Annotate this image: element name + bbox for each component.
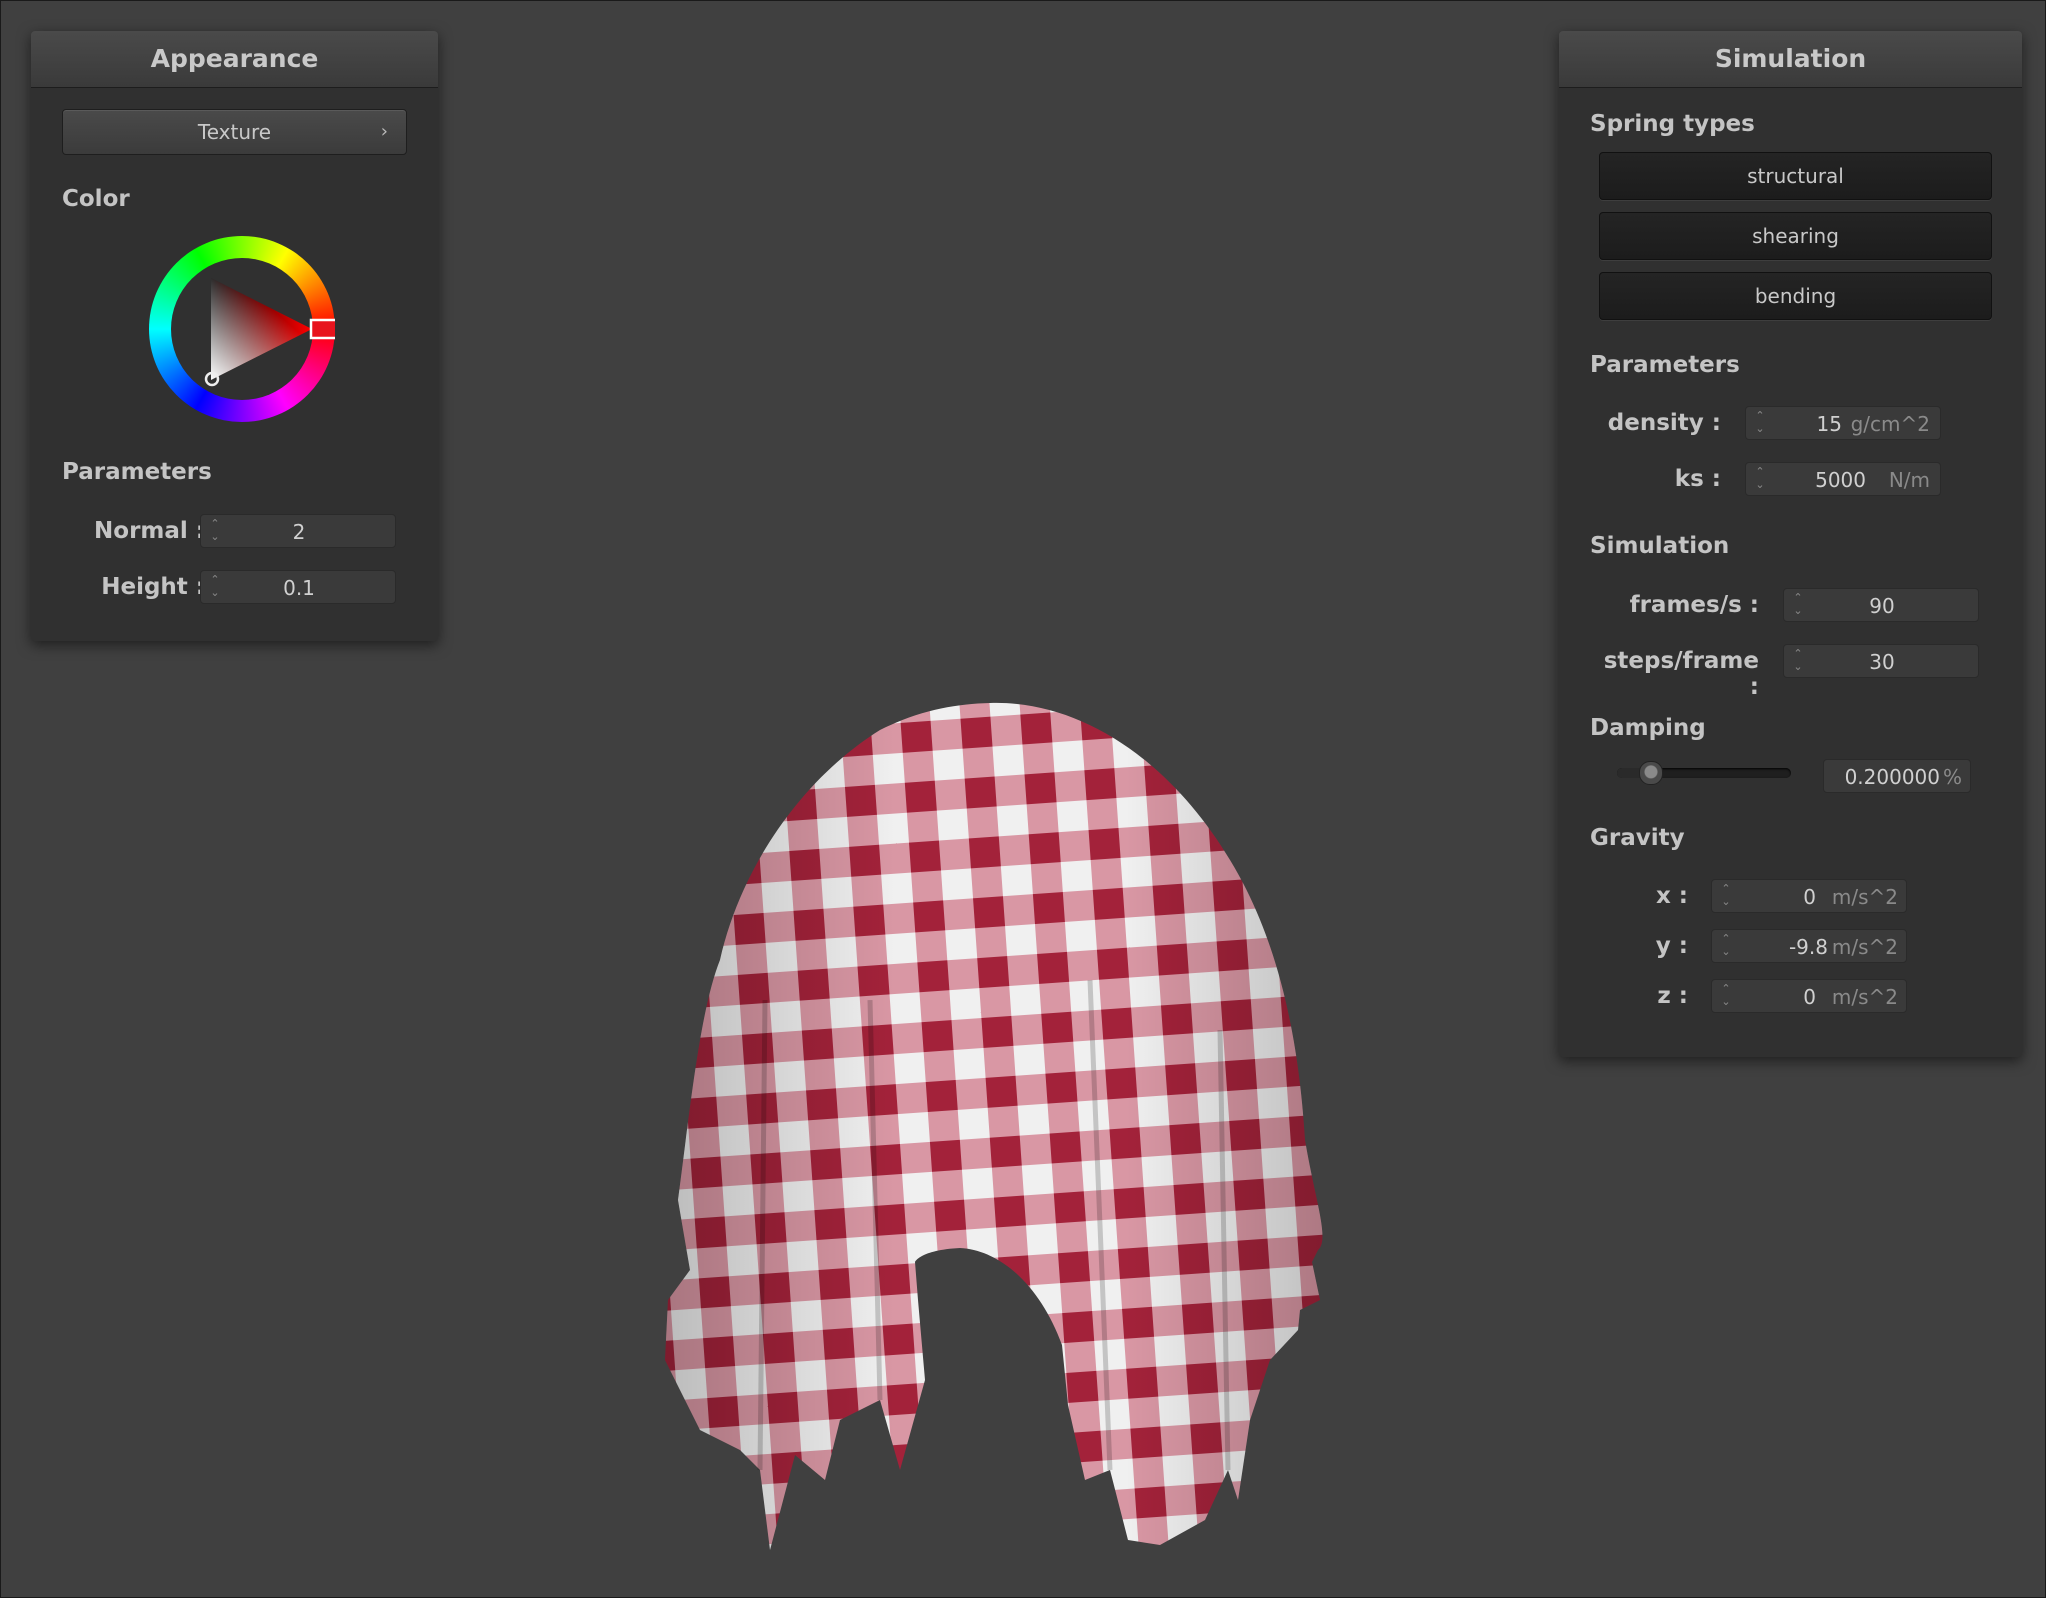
density-label: density : — [1607, 410, 1721, 436]
gravity-y-value: -9.8 — [1788, 935, 1828, 959]
gravity-y-unit: m/s^2 — [1831, 935, 1898, 959]
spring-types-label: Spring types — [1590, 111, 1755, 137]
fps-input[interactable]: ⌃ ⌄ 90 — [1783, 588, 1979, 622]
damping-input[interactable]: 0.200000 % — [1823, 759, 1971, 793]
gravity-x-label: x : — [1655, 883, 1688, 909]
structural-spring-button[interactable]: structural — [1599, 152, 1992, 200]
gravity-y-input[interactable]: ⌃ ⌄ -9.8 m/s^2 — [1711, 929, 1907, 963]
spinner-arrows-icon[interactable]: ⌃ ⌄ — [1720, 932, 1732, 960]
gravity-x-unit: m/s^2 — [1831, 885, 1898, 909]
bending-label: bending — [1754, 284, 1837, 308]
hue-selector-handle[interactable] — [309, 318, 335, 340]
texture-button-label: Texture — [197, 120, 272, 144]
color-section-label: Color — [62, 186, 130, 212]
appearance-parameters-label: Parameters — [62, 459, 212, 485]
height-value: 0.1 — [283, 576, 315, 600]
fps-value: 90 — [1869, 594, 1895, 618]
density-value: 15 — [1816, 412, 1842, 436]
steps-input[interactable]: ⌃ ⌄ 30 — [1783, 644, 1979, 678]
ks-unit: N/m — [1888, 468, 1930, 492]
density-input[interactable]: ⌃ ⌄ 15 g/cm^2 — [1745, 406, 1941, 440]
damping-unit: % — [1942, 765, 1962, 789]
appearance-panel-title: Appearance — [31, 31, 438, 88]
normal-input[interactable]: ⌃ ⌄ 2 — [200, 514, 396, 548]
ks-input[interactable]: ⌃ ⌄ 5000 N/m — [1745, 462, 1941, 496]
spinner-arrows-icon[interactable]: ⌃ ⌄ — [1754, 409, 1766, 437]
bending-spring-button[interactable]: bending — [1599, 272, 1992, 320]
steps-value: 30 — [1869, 650, 1895, 674]
structural-label: structural — [1747, 164, 1844, 188]
texture-button[interactable]: Texture › — [62, 109, 407, 155]
damping-slider[interactable] — [1617, 761, 1791, 785]
gravity-y-label: y : — [1655, 933, 1688, 959]
color-wheel[interactable] — [149, 236, 335, 422]
steps-label: steps/frame : — [1603, 648, 1759, 700]
damping-value: 0.200000 — [1844, 765, 1940, 789]
damping-slider-knob[interactable] — [1639, 761, 1663, 785]
sim-parameters-label: Parameters — [1590, 352, 1740, 378]
gravity-z-value: 0 — [1803, 985, 1816, 1009]
shearing-spring-button[interactable]: shearing — [1599, 212, 1992, 260]
sim-simulation-label: Simulation — [1590, 533, 1730, 559]
gravity-z-input[interactable]: ⌃ ⌄ 0 m/s^2 — [1711, 979, 1907, 1013]
damping-label: Damping — [1590, 715, 1706, 741]
height-input[interactable]: ⌃ ⌄ 0.1 — [200, 570, 396, 604]
gravity-x-input[interactable]: ⌃ ⌄ 0 m/s^2 — [1711, 879, 1907, 913]
chevron-right-icon: › — [380, 121, 388, 142]
spinner-arrows-icon[interactable]: ⌃ ⌄ — [1754, 465, 1766, 493]
simulation-panel: Simulation Spring types structural shear… — [1559, 31, 2022, 1057]
height-label: Height : — [101, 574, 205, 600]
normal-label: Normal : — [94, 518, 205, 544]
ks-label: ks : — [1674, 466, 1721, 492]
ks-value: 5000 — [1815, 468, 1866, 492]
normal-value: 2 — [292, 520, 306, 544]
appearance-panel: Appearance Texture › Color Parameters No… — [31, 31, 438, 641]
shearing-label: shearing — [1752, 224, 1839, 248]
spinner-arrows-icon[interactable]: ⌃ ⌄ — [1720, 882, 1732, 910]
simulation-panel-title: Simulation — [1559, 31, 2022, 88]
gravity-x-value: 0 — [1803, 885, 1816, 909]
gravity-z-label: z : — [1657, 983, 1688, 1009]
density-unit: g/cm^2 — [1850, 412, 1930, 436]
fps-label: frames/s : — [1629, 592, 1759, 618]
gravity-z-unit: m/s^2 — [1831, 985, 1898, 1009]
gravity-label: Gravity — [1590, 825, 1685, 851]
spinner-arrows-icon[interactable]: ⌃ ⌄ — [1720, 982, 1732, 1010]
saturation-triangle[interactable] — [149, 236, 335, 422]
cloth-mesh — [665, 702, 1323, 1550]
